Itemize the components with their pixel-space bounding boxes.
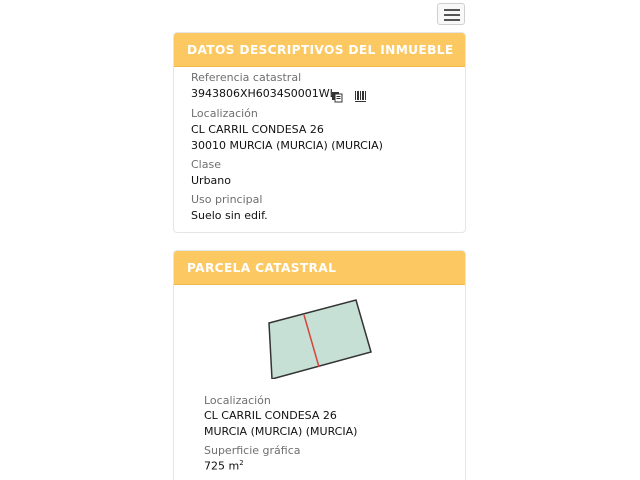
referencia-label: Referencia catastral [191, 71, 302, 84]
localizacion-label: Localización [191, 107, 258, 120]
inmueble-panel-title: DATOS DESCRIPTIVOS DEL INMUEBLE [174, 33, 465, 67]
parcela-localizacion-line2: MURCIA (MURCIA) (MURCIA) [204, 425, 358, 438]
menu-bar [444, 19, 460, 21]
inmueble-panel: DATOS DESCRIPTIVOS DEL INMUEBLE Referenc… [173, 32, 466, 233]
menu-button[interactable] [437, 3, 465, 25]
referencia-value: 3943806XH6034S0001WL [191, 87, 336, 100]
parcela-panel: PARCELA CATASTRAL Localización CL CARRIL… [173, 250, 466, 480]
localizacion-line2: 30010 MURCIA (MURCIA) (MURCIA) [191, 139, 383, 152]
referencia-text[interactable]: 3943806XH6034S0001WL [191, 87, 336, 100]
clase-value: Urbano [191, 174, 231, 187]
superficie-value: 725 m2 [204, 459, 244, 473]
parcela-localizacion-line1: CL CARRIL CONDESA 26 [204, 409, 337, 422]
parcela-panel-title: PARCELA CATASTRAL [174, 251, 465, 285]
clase-label: Clase [191, 158, 221, 171]
parcel-svg [268, 299, 372, 380]
localizacion-line1: CL CARRIL CONDESA 26 [191, 123, 324, 136]
copy-icon[interactable] [331, 88, 343, 107]
parcel-map[interactable] [266, 299, 374, 380]
parcel-polygon [268, 299, 372, 380]
menu-bar [444, 9, 460, 11]
parcela-localizacion-label: Localización [204, 394, 271, 407]
barcode-icon[interactable] [354, 88, 368, 107]
superficie-unit-superscript: 2 [239, 459, 244, 467]
page: DATOS DESCRIPTIVOS DEL INMUEBLE Referenc… [0, 0, 640, 480]
superficie-label: Superficie gráfica [204, 444, 301, 457]
superficie-number: 725 m [204, 459, 240, 473]
menu-bar [444, 14, 460, 16]
uso-value: Suelo sin edif. [191, 209, 268, 222]
uso-label: Uso principal [191, 193, 263, 206]
